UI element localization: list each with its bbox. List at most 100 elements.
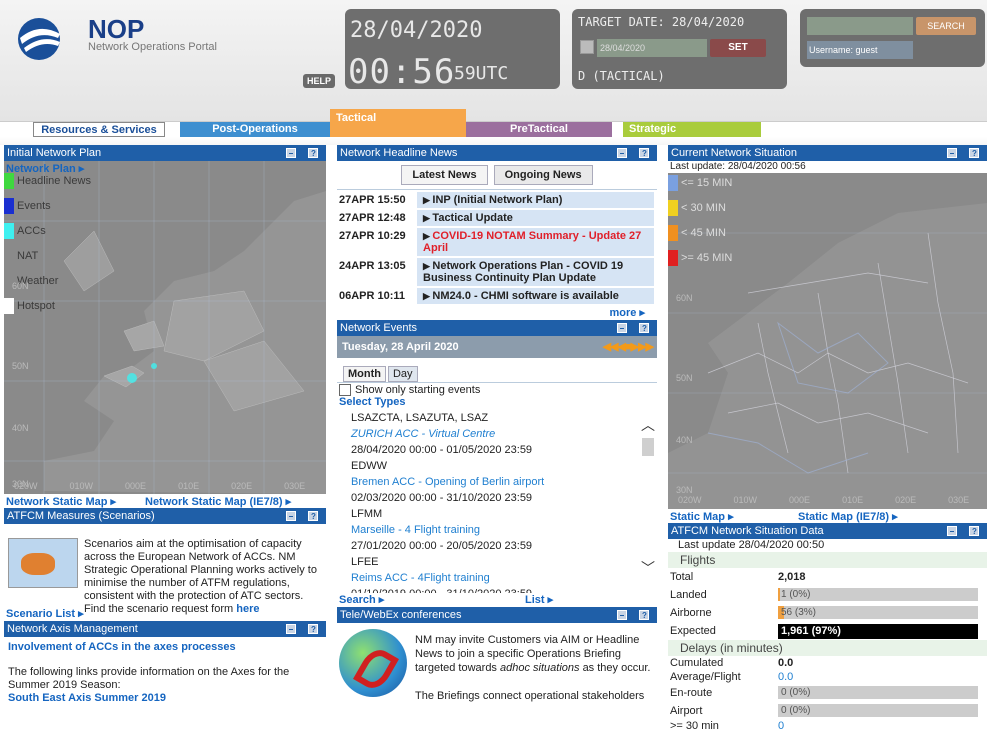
events-search-link[interactable]: Search ▸ xyxy=(339,593,384,606)
event-code: EDWW xyxy=(351,460,388,472)
network-static-map-link[interactable]: Network Static Map ▸ xyxy=(6,495,116,508)
event-range: 02/03/2020 00:00 - 31/10/2020 23:59 xyxy=(351,492,533,504)
longitude-label: 010E xyxy=(178,481,200,491)
legend-item[interactable]: Events xyxy=(4,198,51,214)
minimize-icon[interactable] xyxy=(617,610,627,620)
longitude-label: 030E xyxy=(948,495,970,505)
help-icon[interactable] xyxy=(969,524,979,540)
tab-ongoing-news[interactable]: Ongoing News xyxy=(493,165,593,185)
only-start-row: Show only starting events xyxy=(337,382,657,396)
legend-item[interactable]: ACCs xyxy=(4,223,46,239)
legend-swatch xyxy=(668,200,678,216)
mode-label: D (TACTICAL) xyxy=(578,69,665,83)
minimize-icon[interactable] xyxy=(947,526,957,536)
panel-title: Tele/WebEx conferences xyxy=(340,609,462,621)
search-input[interactable] xyxy=(807,17,913,35)
search-button[interactable]: SEARCH xyxy=(916,17,976,35)
event-link[interactable]: Reims ACC - 4Flight training xyxy=(337,570,657,586)
tab-pretactical[interactable]: PreTactical xyxy=(466,122,612,137)
minimize-icon[interactable] xyxy=(286,148,296,158)
static-map-link[interactable]: Static Map ▸ xyxy=(670,510,734,523)
calendar-icon[interactable] xyxy=(580,40,594,54)
tab-latest-news[interactable]: Latest News xyxy=(401,165,488,185)
news-title[interactable]: ▶ INP (Initial Network Plan) xyxy=(417,192,654,208)
tab-post-operations[interactable]: Post-Operations xyxy=(180,122,330,137)
legend-item[interactable]: Hotspot xyxy=(4,298,55,314)
help-icon[interactable] xyxy=(969,146,979,162)
clock-time: 00:56 xyxy=(348,52,456,92)
delay-legend-item: >= 45 MIN xyxy=(668,250,732,266)
news-item[interactable]: 06APR 10:11 ▶ NM24.0 - CHMI software is a… xyxy=(337,288,657,304)
minimize-icon[interactable] xyxy=(286,624,296,634)
help-icon[interactable] xyxy=(639,146,649,162)
panel-title: ATFCM Measures (Scenarios) xyxy=(7,510,155,522)
tab-month[interactable]: Month xyxy=(343,366,386,382)
minimize-icon[interactable] xyxy=(286,511,296,521)
more-news-link[interactable]: more ▸ xyxy=(337,306,657,320)
utc-clock: 28/04/2020 00:56 59UTC xyxy=(345,9,560,92)
news-title[interactable]: ▶ Tactical Update xyxy=(417,210,654,226)
legend-item[interactable]: Headline News xyxy=(4,173,91,189)
help-icon[interactable] xyxy=(639,321,649,337)
globe-phone-icon xyxy=(339,629,407,697)
date-navigation-icons[interactable]: ◀◀◀■▶▶▶ xyxy=(603,336,654,358)
scroll-thumb[interactable] xyxy=(642,438,654,456)
news-title[interactable]: ▶ Network Operations Plan - COVID 19 Bus… xyxy=(417,258,654,286)
legend-label: Headline News xyxy=(17,175,91,187)
news-item[interactable]: 24APR 13:05 ▶ Network Operations Plan - C… xyxy=(337,258,657,286)
only-start-checkbox[interactable] xyxy=(339,383,351,396)
event-link[interactable]: ZURICH ACC - Virtual Centre xyxy=(337,426,657,442)
delay-legend-item: <= 15 MIN xyxy=(668,175,732,191)
legend-label: >= 45 MIN xyxy=(681,252,733,264)
target-date-input[interactable] xyxy=(597,39,707,57)
legend-swatch xyxy=(668,225,678,241)
europe-map-thumbnail[interactable] xyxy=(8,538,78,588)
news-title[interactable]: ▶ NM24.0 - CHMI software is available xyxy=(417,288,654,304)
set-button[interactable]: SET xyxy=(710,39,766,57)
minimize-icon[interactable] xyxy=(617,148,627,158)
legend-swatch xyxy=(4,248,14,264)
news-title[interactable]: ▶ COVID-19 NOTAM Summary - Update 27 Apr… xyxy=(417,228,654,256)
legend-item[interactable]: NAT xyxy=(4,248,38,264)
help-icon[interactable] xyxy=(639,608,649,624)
select-types-link[interactable]: Select Types xyxy=(337,396,657,410)
news-item[interactable]: 27APR 15:50 ▶ INP (Initial Network Plan) xyxy=(337,192,657,208)
target-date-panel: TARGET DATE: 28/04/2020 SET D (TACTICAL) xyxy=(572,9,787,89)
here-link[interactable]: here xyxy=(236,603,259,615)
tab-day[interactable]: Day xyxy=(387,366,418,382)
map-longitude-labels: 020W010W000E010E020E030E040E xyxy=(678,495,987,505)
news-item[interactable]: 27APR 10:29 ▶ COVID-19 NOTAM Summary - Up… xyxy=(337,228,657,256)
tab-tactical[interactable]: Tactical xyxy=(330,109,466,137)
row-ge30: >= 30 min 0 xyxy=(670,720,785,732)
tab-strategic[interactable]: Strategic xyxy=(623,122,761,137)
help-icon[interactable] xyxy=(308,509,318,525)
longitude-label: 000E xyxy=(789,495,811,505)
current-network-map[interactable]: <= 15 MIN < 30 MIN < 45 MIN >= 45 MIN 60N 50… xyxy=(668,173,987,509)
tab-resources-services[interactable]: Resources & Services xyxy=(33,122,165,137)
minimize-icon[interactable] xyxy=(947,148,957,158)
event-code: LFMM xyxy=(351,508,383,520)
event-link[interactable]: Marseille - 4 Flight training xyxy=(337,522,657,538)
axis-involvement-link[interactable]: Involvement of ACCs in the axes processe… xyxy=(8,641,322,654)
network-static-map-ie-link[interactable]: Network Static Map (IE7/8) ▸ xyxy=(145,495,291,508)
events-list[interactable]: LSAZCTA, LSAZUTA, LSAZ ZURICH ACC - Virtu… xyxy=(337,410,657,593)
minimize-icon[interactable] xyxy=(617,323,627,333)
south-east-axis-link[interactable]: South East Axis Summer 2019 xyxy=(8,692,322,705)
event-range: 28/04/2020 00:00 - 01/05/2020 23:59 xyxy=(351,444,533,456)
legend-label: Hotspot xyxy=(17,300,55,312)
events-scrollbar[interactable]: ︿ ﹀ xyxy=(641,411,655,578)
news-item[interactable]: 27APR 12:48 ▶ Tactical Update xyxy=(337,210,657,226)
scroll-down-icon[interactable]: ﹀ xyxy=(641,558,655,578)
right-column: Current Network Situation Last update: 2… xyxy=(668,145,987,732)
static-map-ie-link[interactable]: Static Map (IE7/8) ▸ xyxy=(798,510,898,523)
legend-swatch xyxy=(668,175,678,191)
scroll-up-icon[interactable]: ︿ xyxy=(641,415,655,435)
help-icon[interactable] xyxy=(308,622,318,638)
event-link[interactable]: Bremen ACC - Opening of Berlin airport xyxy=(337,474,657,490)
help-icon[interactable] xyxy=(308,146,318,162)
help-button[interactable]: HELP xyxy=(303,74,336,88)
network-plan-map[interactable]: Network Plan ▸ Headline News Events ACCs NA… xyxy=(4,161,326,494)
event-code: LFEE xyxy=(351,556,379,568)
events-list-link[interactable]: List ▸ xyxy=(525,593,553,606)
login-panel: SEARCH Username: guest xyxy=(800,9,985,67)
